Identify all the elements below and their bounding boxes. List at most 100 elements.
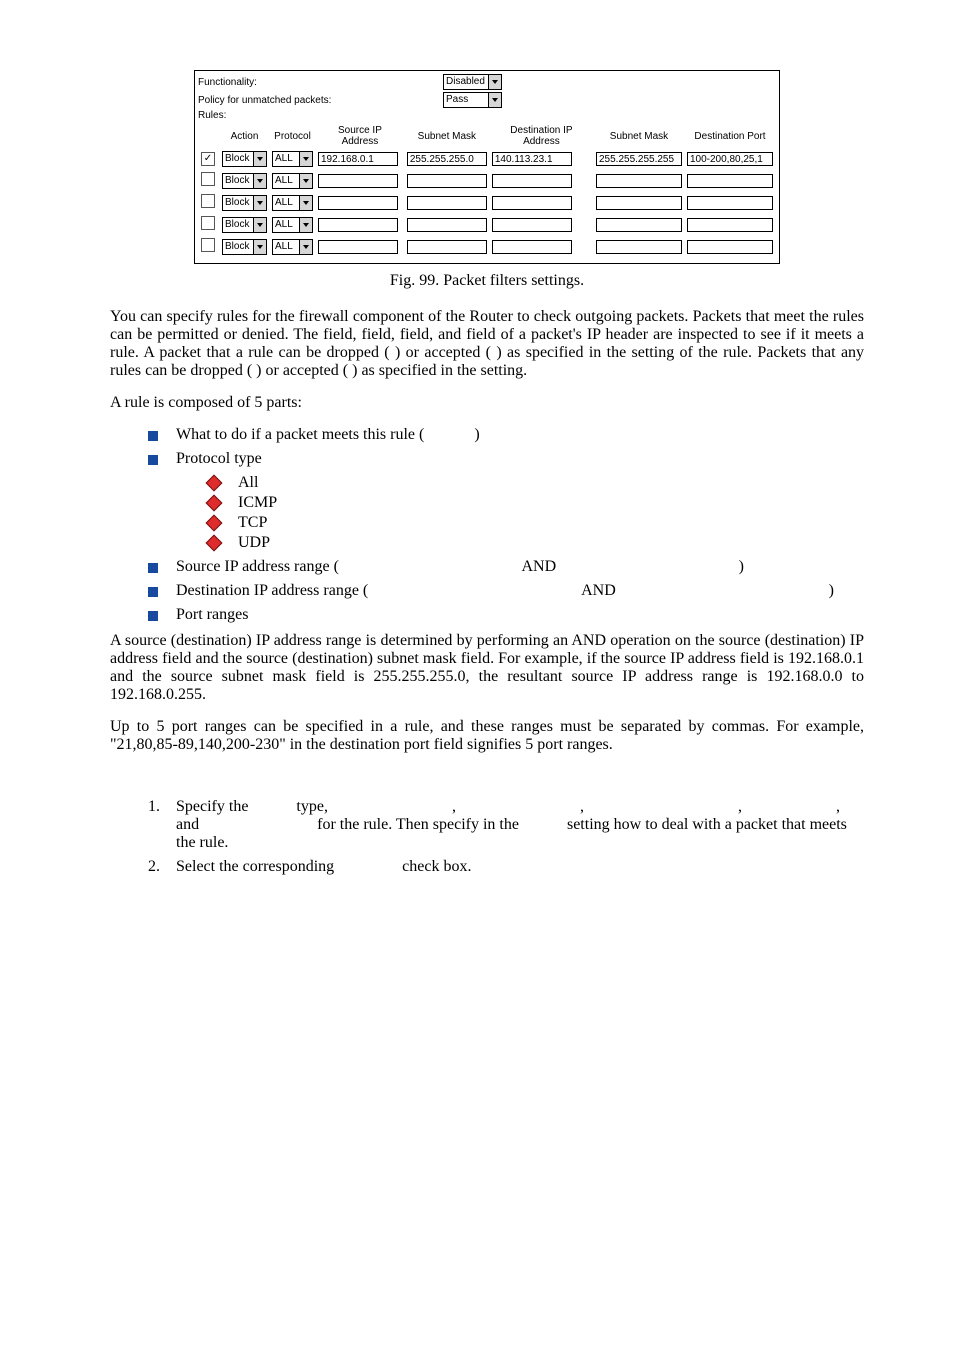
dest-ip-input[interactable] <box>492 174 572 188</box>
figure-caption: Fig. 99. Packet filters settings. <box>110 272 864 290</box>
chevron-down-icon <box>254 195 267 211</box>
bullet-text: ) <box>474 426 479 443</box>
list-item-text: Specify the type, , , , , and for the ru… <box>176 798 864 852</box>
dest-port-input[interactable] <box>687 196 773 210</box>
action-select[interactable]: Block <box>222 239 267 255</box>
enabled-checkbox[interactable] <box>201 238 215 252</box>
col-subnet2: Subnet Mask <box>595 125 683 147</box>
enabled-checkbox[interactable] <box>201 216 215 230</box>
list-item: Port ranges <box>148 606 864 624</box>
sub-bullet-text: UDP <box>238 534 270 552</box>
sub-bullet-text: All <box>238 474 258 492</box>
dest-port-input[interactable] <box>687 174 773 188</box>
dest-subnet-input[interactable] <box>596 152 682 166</box>
col-source: Source IP Address <box>317 125 403 147</box>
list-item: All <box>208 474 864 492</box>
src-subnet-input[interactable] <box>407 174 487 188</box>
action-select[interactable]: Block <box>222 195 267 211</box>
protocol-select[interactable]: ALL <box>272 217 313 233</box>
protocol-select[interactable]: ALL <box>272 151 313 167</box>
list-item: 1. Specify the type, , , , , and for the… <box>148 798 864 852</box>
settings-panel: Functionality: Disabled Policy for unmat… <box>194 70 780 264</box>
dest-port-input[interactable] <box>687 240 773 254</box>
list-item: What to do if a packet meets this rule (… <box>148 426 864 444</box>
paragraph-1: You can specify rules for the firewall c… <box>110 308 864 380</box>
functionality-label: Functionality: <box>197 77 443 88</box>
rules-label-row: Rules: <box>197 109 777 122</box>
dest-subnet-input[interactable] <box>596 218 682 232</box>
dest-ip-input[interactable] <box>492 196 572 210</box>
ordered-list: 1. Specify the type, , , , , and for the… <box>110 798 864 876</box>
protocol-select[interactable]: ALL <box>272 173 313 189</box>
diamond-bullet-icon <box>206 515 223 532</box>
enabled-checkbox[interactable]: ✓ <box>201 152 215 166</box>
action-select[interactable]: Block <box>222 217 267 233</box>
protocol-value: ALL <box>272 217 300 233</box>
chevron-down-icon <box>300 173 313 189</box>
list-number: 1. <box>148 798 176 852</box>
chevron-down-icon <box>254 239 267 255</box>
dest-subnet-input[interactable] <box>596 240 682 254</box>
action-select[interactable]: Block <box>222 151 267 167</box>
chevron-down-icon <box>300 217 313 233</box>
bullet-text: ) <box>739 558 864 576</box>
chevron-down-icon <box>300 151 313 167</box>
source-ip-input[interactable] <box>318 240 398 254</box>
dest-port-input[interactable] <box>687 152 773 166</box>
bullet-text: Protocol type <box>176 450 864 468</box>
bullet-text: What to do if a packet meets this rule ( <box>176 426 424 443</box>
sub-bullet-text: ICMP <box>238 494 277 512</box>
spacer <box>110 768 864 798</box>
policy-select[interactable]: Pass <box>443 92 502 108</box>
protocol-value: ALL <box>272 239 300 255</box>
protocol-select[interactable]: ALL <box>272 239 313 255</box>
table-row: Block ALL <box>200 215 774 234</box>
dest-ip-input[interactable] <box>492 152 572 166</box>
list-item: ICMP <box>208 494 864 512</box>
enabled-checkbox[interactable] <box>201 172 215 186</box>
col-dest: Destination IP Address <box>491 125 592 147</box>
list-item: Source IP address range ( AND ) <box>148 558 864 576</box>
chevron-down-icon <box>254 217 267 233</box>
table-row: Block ALL <box>200 193 774 212</box>
dest-subnet-input[interactable] <box>596 174 682 188</box>
table-row: ✓ Block ALL <box>200 150 774 168</box>
diamond-bullet-icon <box>206 475 223 492</box>
action-value: Block <box>222 195 254 211</box>
src-subnet-input[interactable] <box>407 218 487 232</box>
source-ip-input[interactable] <box>318 196 398 210</box>
square-bullet-icon <box>148 611 158 621</box>
protocol-select[interactable]: ALL <box>272 195 313 211</box>
bullet-text: Source IP address range ( <box>176 558 339 576</box>
src-subnet-input[interactable] <box>407 196 487 210</box>
source-ip-input[interactable] <box>318 174 398 188</box>
src-subnet-input[interactable] <box>407 152 487 166</box>
source-ip-input[interactable] <box>318 218 398 232</box>
chevron-down-icon <box>300 239 313 255</box>
functionality-select[interactable]: Disabled <box>443 74 502 90</box>
bullet-text: AND <box>581 582 616 600</box>
src-subnet-input[interactable] <box>407 240 487 254</box>
protocol-value: ALL <box>272 195 300 211</box>
policy-row: Policy for unmatched packets: Pass <box>197 91 777 109</box>
action-value: Block <box>222 217 254 233</box>
table-row: Block ALL <box>200 171 774 190</box>
action-value: Block <box>222 173 254 189</box>
dest-ip-input[interactable] <box>492 218 572 232</box>
square-bullet-icon <box>148 431 158 441</box>
document-page: Functionality: Disabled Policy for unmat… <box>0 0 954 1351</box>
source-ip-input[interactable] <box>318 152 398 166</box>
col-subnet1: Subnet Mask <box>406 125 488 147</box>
diamond-bullet-icon <box>206 495 223 512</box>
diamond-bullet-icon <box>206 535 223 552</box>
dest-ip-input[interactable] <box>492 240 572 254</box>
dest-subnet-input[interactable] <box>596 196 682 210</box>
dest-port-input[interactable] <box>687 218 773 232</box>
list-item-text: Select the corresponding check box. <box>176 858 864 876</box>
action-select[interactable]: Block <box>222 173 267 189</box>
policy-select-value: Pass <box>443 92 489 108</box>
list-item: 2. Select the corresponding check box. <box>148 858 864 876</box>
enabled-checkbox[interactable] <box>201 194 215 208</box>
bullet-text: ) <box>829 582 864 600</box>
col-action: Action <box>221 125 268 147</box>
